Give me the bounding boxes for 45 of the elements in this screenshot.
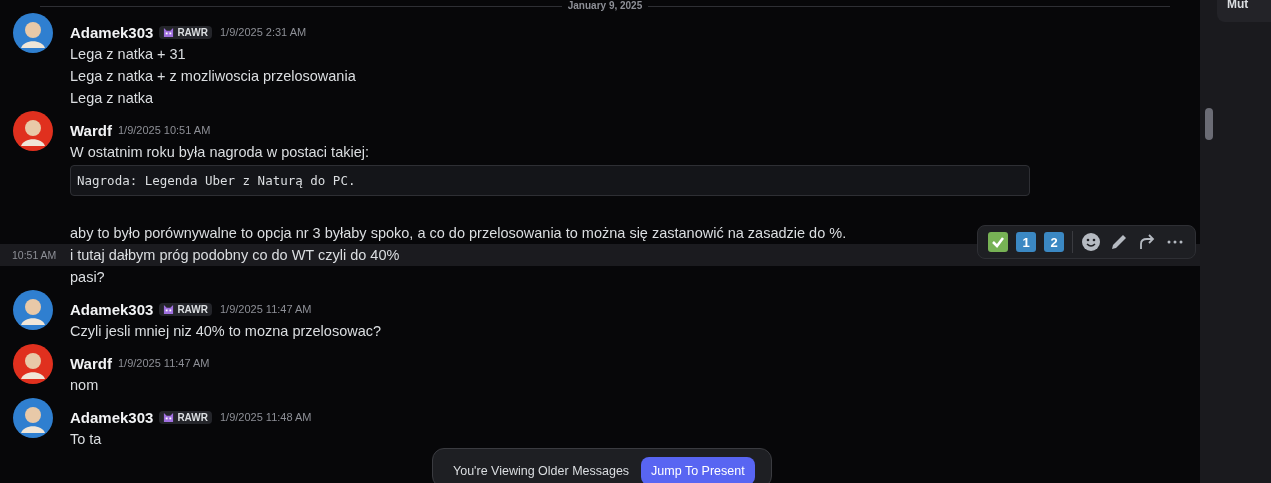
cat-icon xyxy=(163,303,175,315)
author-name[interactable]: Adamek303 xyxy=(70,408,154,426)
timestamp: 1/9/2025 11:47 AM xyxy=(117,357,210,369)
scrollbar-thumb[interactable] xyxy=(1205,108,1213,140)
message-text: Lega z natka + 31 xyxy=(70,46,186,62)
cat-icon xyxy=(163,411,175,423)
check-reaction[interactable] xyxy=(988,232,1008,252)
timestamp: 1/9/2025 11:48 AM xyxy=(219,411,312,423)
message-text: aby to było porównywalne to opcja nr 3 byłaby spoko, a co do przelosowania to można się zastanowić na zasadzie do %. xyxy=(70,225,847,241)
avatar[interactable] xyxy=(13,290,53,330)
avatar[interactable] xyxy=(13,398,53,438)
author-name[interactable]: Wardf xyxy=(70,354,112,372)
author-name[interactable]: Wardf xyxy=(70,121,112,139)
code-block: Nagroda: Legenda Uber z Naturą do PC. xyxy=(70,165,1030,196)
timestamp: 1/9/2025 11:47 AM xyxy=(219,303,312,315)
message-text: Lega z natka xyxy=(70,90,154,106)
avatar[interactable] xyxy=(13,111,53,151)
pencil-icon[interactable] xyxy=(1109,232,1129,252)
author-name[interactable]: Adamek303 xyxy=(70,23,154,41)
avatar[interactable] xyxy=(13,344,53,384)
jump-to-present-button[interactable]: Jump To Present xyxy=(641,457,755,483)
message-text: pasi? xyxy=(70,269,105,285)
side-card: Mut xyxy=(1217,0,1271,22)
message-text: To ta xyxy=(70,431,102,447)
check-icon xyxy=(991,235,1005,249)
number-reaction[interactable]: 2 xyxy=(1044,232,1064,252)
date-divider: January 9, 2025 xyxy=(566,0,644,12)
number-reaction[interactable]: 1 xyxy=(1016,232,1036,252)
tag-badge: RAWR xyxy=(159,410,212,424)
timestamp: 1/9/2025 10:51 AM xyxy=(117,124,211,136)
message-text: Czyli jesli mniej niz 40% to mozna przelosowac? xyxy=(70,323,382,339)
message-text: W ostatnim roku była nagroda w postaci takiej: xyxy=(70,144,369,160)
message-text: Lega z natka + z mozliwoscia przelosowania xyxy=(70,68,356,84)
timestamp: 1/9/2025 2:31 AM xyxy=(219,26,307,38)
hover-timestamp: 10:51 AM xyxy=(12,249,57,261)
author-name[interactable]: Adamek303 xyxy=(70,300,154,318)
older-messages-text: You're Viewing Older Messages xyxy=(453,464,630,478)
forward-icon[interactable] xyxy=(1137,232,1157,252)
tag-badge: RAWR xyxy=(159,302,212,316)
avatar[interactable] xyxy=(13,13,53,53)
smiley-icon[interactable] xyxy=(1081,232,1101,252)
tag-badge: RAWR xyxy=(159,25,212,39)
message-text: i tutaj dałbym próg podobny co do WT czyli do 40% xyxy=(70,247,400,263)
cat-icon xyxy=(163,26,175,38)
message-text: nom xyxy=(70,377,99,393)
